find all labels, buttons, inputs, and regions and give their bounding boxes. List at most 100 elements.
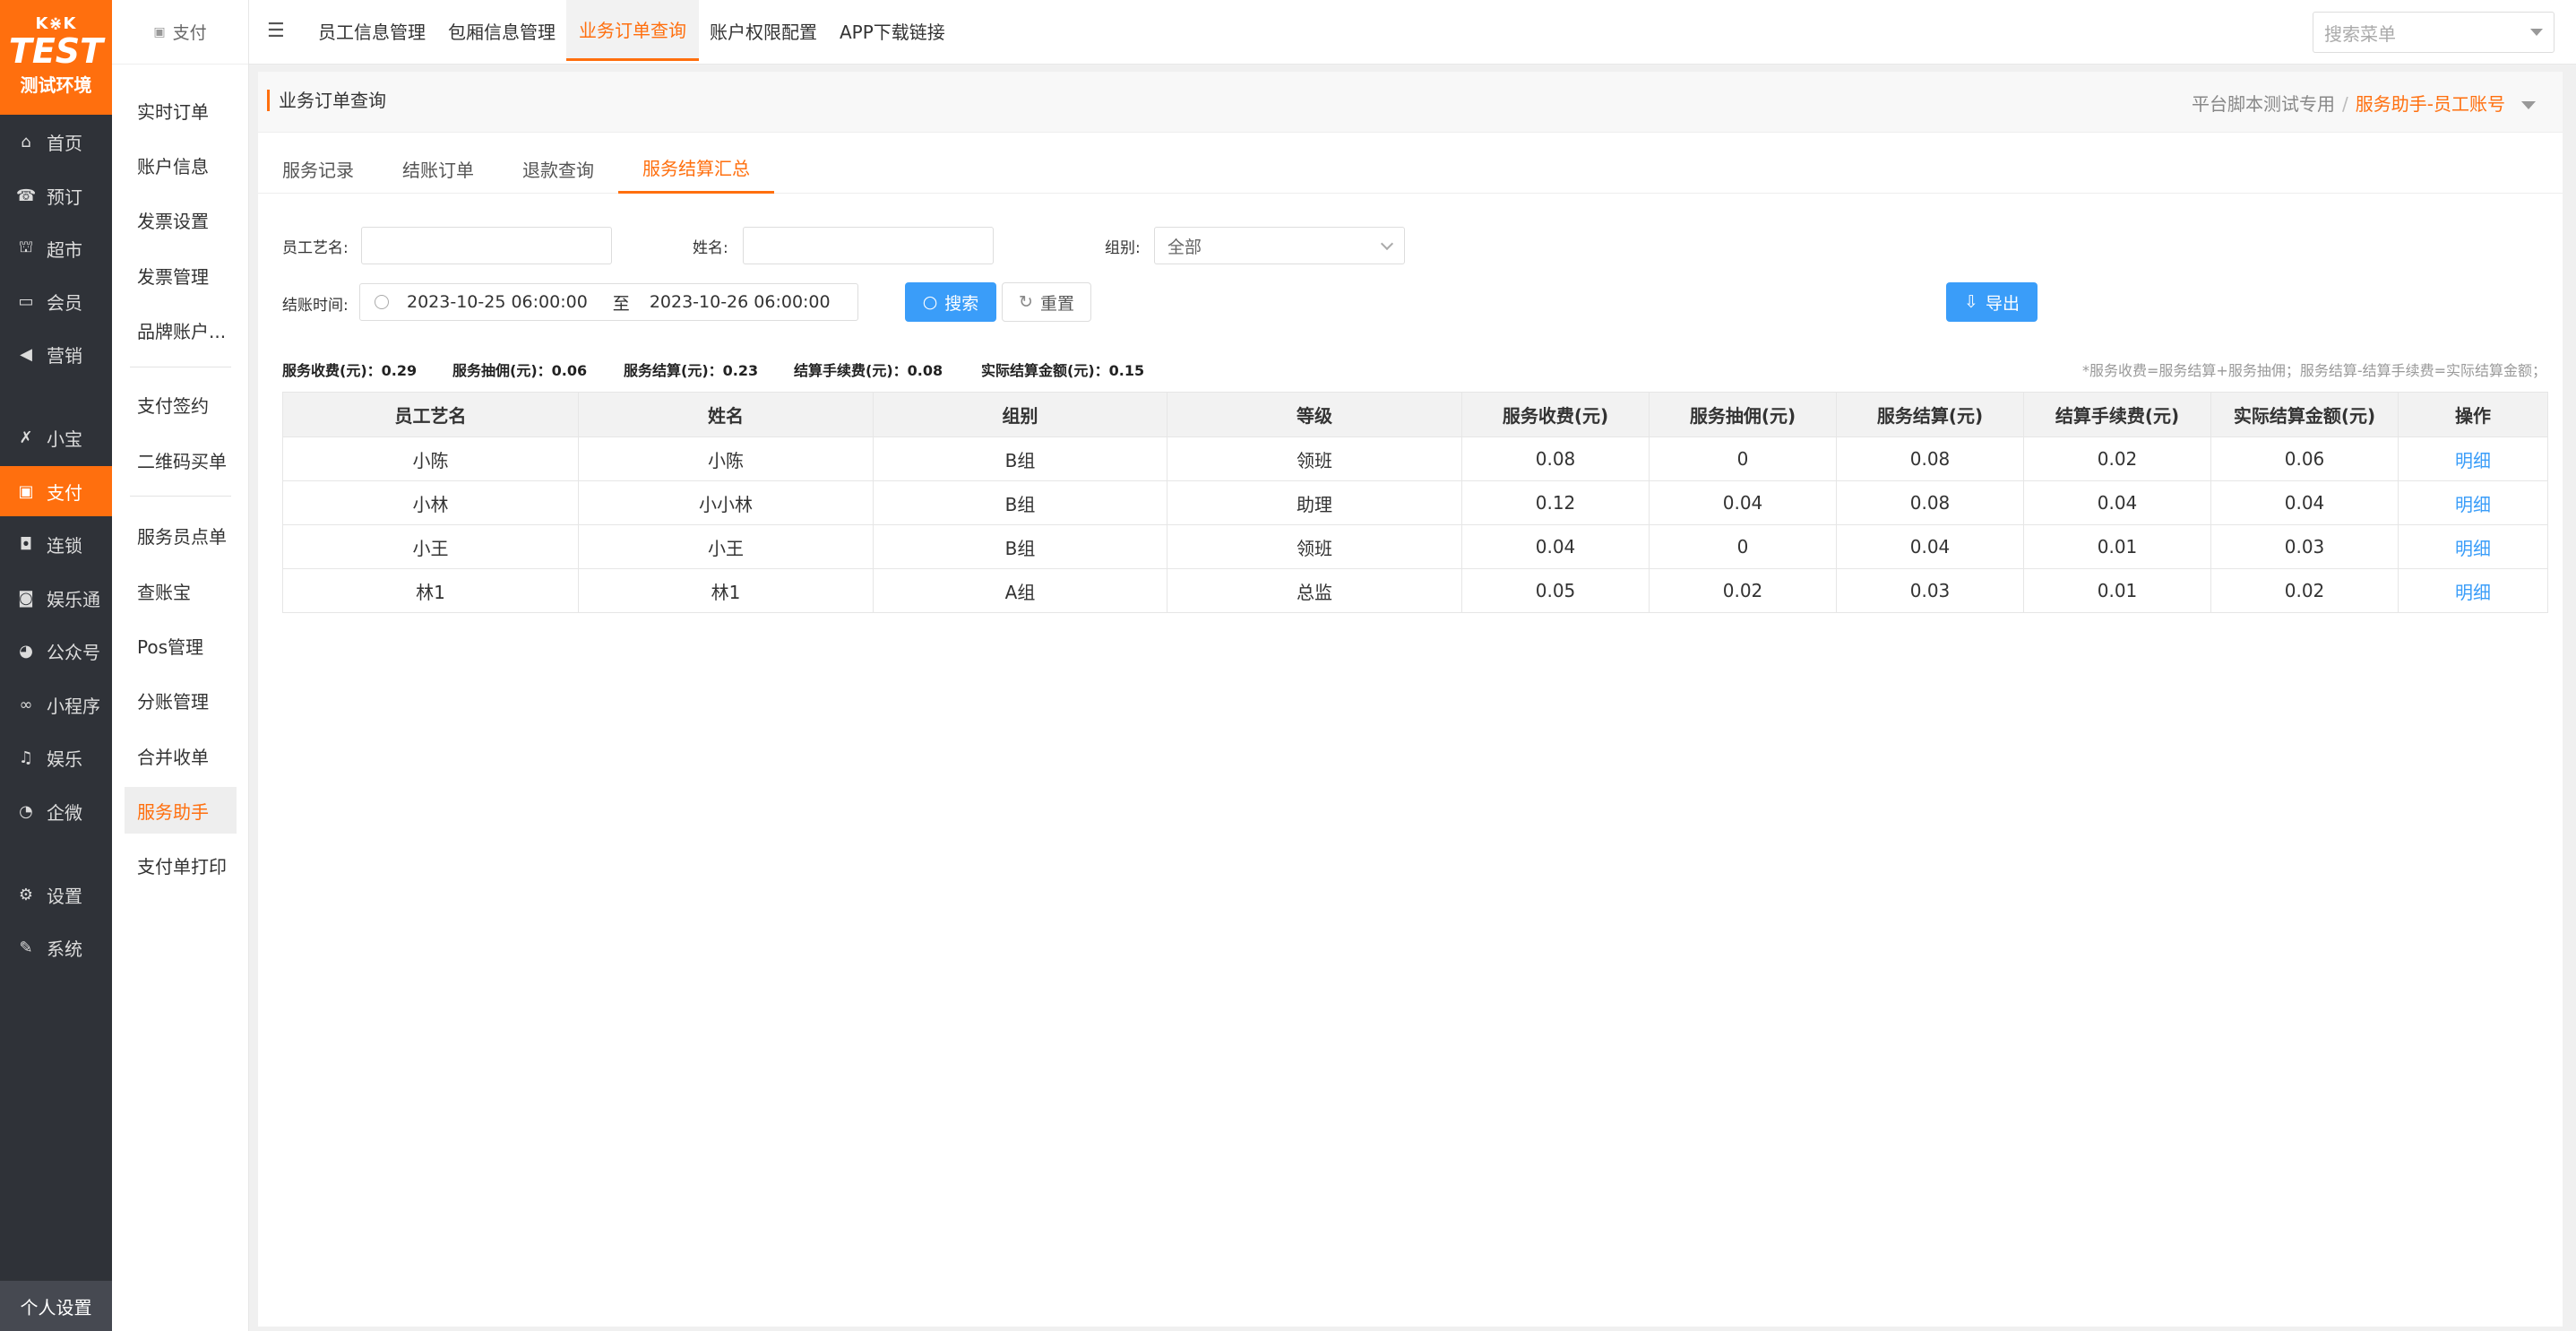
submenu-item-invoice-settings[interactable]: 发票设置	[125, 196, 237, 243]
date-end[interactable]: 2023-10-26 06:00:00	[650, 292, 831, 312]
name-input[interactable]	[743, 227, 994, 264]
summary-actual: 实际结算金额(元)：0.15	[981, 362, 1145, 379]
search-button[interactable]: ○ 搜索	[905, 282, 996, 322]
submenu-item-service-assistant[interactable]: 服务助手	[125, 787, 237, 834]
subtab-refund-query[interactable]: 退款查询	[498, 143, 618, 194]
tab-order-query[interactable]: 业务订单查询	[566, 0, 699, 61]
table-header-row: 员工艺名 姓名 组别 等级 服务收费(元) 服务抽佣(元) 服务结算(元) 结算…	[282, 392, 2548, 437]
detail-link[interactable]: 明细	[2398, 436, 2548, 481]
cell: 0.04	[2210, 480, 2399, 525]
submenu-item-pos[interactable]: Pos管理	[125, 622, 237, 669]
col-header: 实际结算金额(元)	[2210, 392, 2399, 437]
cell: 0.02	[2023, 436, 2211, 481]
personal-settings-button[interactable]: 个人设置	[0, 1281, 112, 1331]
summary-fee: 服务收费(元)：0.29	[282, 362, 418, 379]
cell: 0.01	[2023, 524, 2211, 569]
col-header: 服务结算(元)	[1836, 392, 2024, 437]
detail-link[interactable]: 明细	[2398, 568, 2548, 613]
col-header: 操作	[2398, 392, 2548, 437]
cell: 林1	[578, 568, 874, 613]
lock-icon: ◙	[18, 588, 34, 608]
submenu-item-qr-checkout[interactable]: 二维码买单	[125, 436, 237, 483]
cell: B组	[873, 524, 1167, 569]
submenu-item-payment-signing[interactable]: 支付签约	[125, 381, 237, 428]
cell: 小陈	[578, 436, 874, 481]
gears-icon: ⚙	[18, 885, 34, 904]
link-icon: ∞	[19, 695, 33, 714]
nav-item-marketing[interactable]: ◀ 营销	[0, 329, 112, 379]
submenu-item-brand-account[interactable]: 品牌账户...	[125, 307, 237, 353]
col-header: 服务收费(元)	[1461, 392, 1650, 437]
payment-icon: ▣	[18, 481, 34, 501]
group-select[interactable]: 全部	[1154, 227, 1405, 264]
artname-input[interactable]	[361, 227, 612, 264]
nav-item-yuletong[interactable]: ◙ 娱乐通	[0, 573, 112, 623]
logo-brand: K⋇K	[35, 14, 77, 33]
nav-item-wecom[interactable]: ◔ 企微	[0, 786, 112, 836]
nav-item-member[interactable]: ▭ 会员	[0, 276, 112, 326]
submenu-item-audit[interactable]: 查账宝	[125, 567, 237, 614]
nav-item-official-account[interactable]: ◕ 公众号	[0, 626, 112, 676]
export-button[interactable]: ⇩ 导出	[1946, 282, 2038, 322]
cell: 0.08	[1836, 480, 2024, 525]
date-range-picker[interactable]: 2023-10-25 06:00:00 至 2023-10-26 06:00:0…	[359, 283, 858, 321]
time-label: 结账时间:	[282, 297, 349, 315]
cell: B组	[873, 436, 1167, 481]
col-header: 姓名	[578, 392, 874, 437]
detail-link[interactable]: 明细	[2398, 524, 2548, 569]
submenu-head: ▣ 支付	[112, 0, 248, 65]
tab-app-download[interactable]: APP下载链接	[827, 0, 958, 61]
cell: 助理	[1167, 480, 1462, 525]
menu-toggle-icon[interactable]: ☰	[267, 20, 289, 42]
submenu-item-realtime-orders[interactable]: 实时订单	[125, 87, 237, 134]
cell: 领班	[1167, 436, 1462, 481]
tab-room-info[interactable]: 包厢信息管理	[435, 0, 568, 61]
submenu-item-payment-print[interactable]: 支付单打印	[125, 842, 237, 888]
subtab-checkout-orders[interactable]: 结账订单	[378, 143, 498, 194]
nav-item-system[interactable]: ✎ 系统	[0, 922, 112, 972]
cell: 0.04	[1836, 524, 2024, 569]
cell: 小小林	[578, 480, 874, 525]
nav-item-entertainment[interactable]: ♫ 娱乐	[0, 732, 112, 782]
tab-account-permissions[interactable]: 账户权限配置	[697, 0, 830, 61]
cell: 0.08	[1461, 436, 1650, 481]
menu-search-input[interactable]: 搜索菜单	[2313, 12, 2554, 53]
nav-item-miniprogram[interactable]: ∞ 小程序	[0, 679, 112, 730]
submenu-item-waiter-order[interactable]: 服务员点单	[125, 512, 237, 558]
detail-link[interactable]: 明细	[2398, 480, 2548, 525]
submenu-item-account-info[interactable]: 账户信息	[125, 142, 237, 188]
summary-commission: 服务抽佣(元)：0.06	[452, 362, 588, 379]
date-range-separator: 至	[612, 293, 630, 314]
breadcrumb-current[interactable]: 服务助手-员工账号	[2356, 93, 2505, 115]
nav-item-settings[interactable]: ⚙ 设置	[0, 869, 112, 920]
refresh-icon: ↻	[1019, 292, 1033, 312]
clock-icon	[375, 295, 389, 309]
main-panel: 业务订单查询 平台脚本测试专用 / 服务助手-员工账号 服务记录 结账订单 退款查询…	[258, 72, 2563, 1327]
cell: 0.04	[2023, 480, 2211, 525]
nav-item-payment[interactable]: ▣ 支付	[0, 466, 112, 516]
breadcrumb-parent[interactable]: 平台脚本测试专用	[2192, 93, 2335, 115]
table-row: 小王 小王 B组 领班 0.04 0 0.04 0.01 0.03 明细	[282, 524, 2548, 569]
download-icon: ⇩	[1964, 292, 1978, 312]
summary-settle: 服务结算(元)：0.23	[624, 362, 759, 379]
tab-employee-info[interactable]: 员工信息管理	[306, 0, 438, 61]
col-header: 员工艺名	[282, 392, 579, 437]
artname-label: 员工艺名:	[282, 239, 349, 257]
date-start[interactable]: 2023-10-25 06:00:00	[407, 292, 588, 312]
submenu: ▣ 支付 实时订单 账户信息 发票设置 发票管理 品牌账户... 支付签约 二维码…	[112, 0, 249, 1331]
submenu-item-split-account[interactable]: 分账管理	[125, 677, 237, 723]
reset-button[interactable]: ↻ 重置	[1002, 282, 1091, 322]
subtab-service-records[interactable]: 服务记录	[258, 143, 378, 194]
nav-item-booking[interactable]: ☎ 预订	[0, 170, 112, 220]
nav-item-home[interactable]: ⌂ 首页	[0, 117, 112, 167]
nav-item-xiaobao[interactable]: ✗ 小宝	[0, 412, 112, 462]
cell: 总监	[1167, 568, 1462, 613]
submenu-item-merge-collection[interactable]: 合并收单	[125, 732, 237, 779]
nav-item-market[interactable]: ⛫ 超市	[0, 223, 112, 273]
submenu-item-invoice-management[interactable]: 发票管理	[125, 252, 237, 298]
cell: B组	[873, 480, 1167, 525]
page-title: 业务订单查询	[267, 90, 386, 111]
nav-item-chain[interactable]: ◘ 连锁	[0, 519, 112, 569]
caret-down-icon[interactable]	[2521, 101, 2536, 109]
subtab-settlement-summary[interactable]: 服务结算汇总	[618, 143, 774, 194]
